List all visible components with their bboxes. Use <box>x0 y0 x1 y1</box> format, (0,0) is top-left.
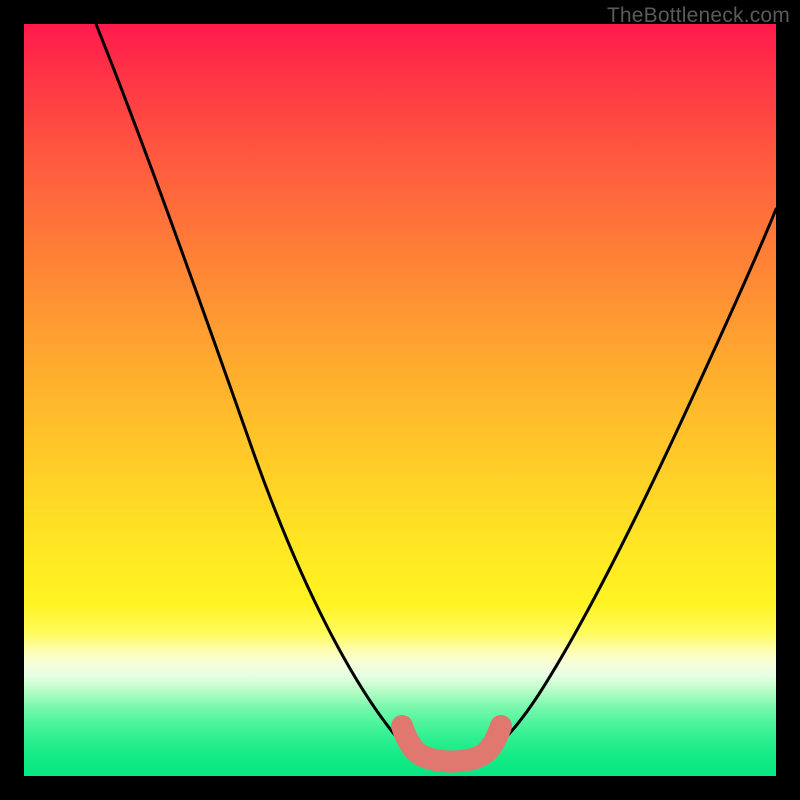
left-curve-line <box>96 24 419 754</box>
chart-area <box>24 24 776 776</box>
right-curve-line <box>484 209 776 754</box>
watermark-text: TheBottleneck.com <box>607 4 790 28</box>
bottleneck-band <box>402 726 501 762</box>
chart-svg <box>24 24 776 776</box>
